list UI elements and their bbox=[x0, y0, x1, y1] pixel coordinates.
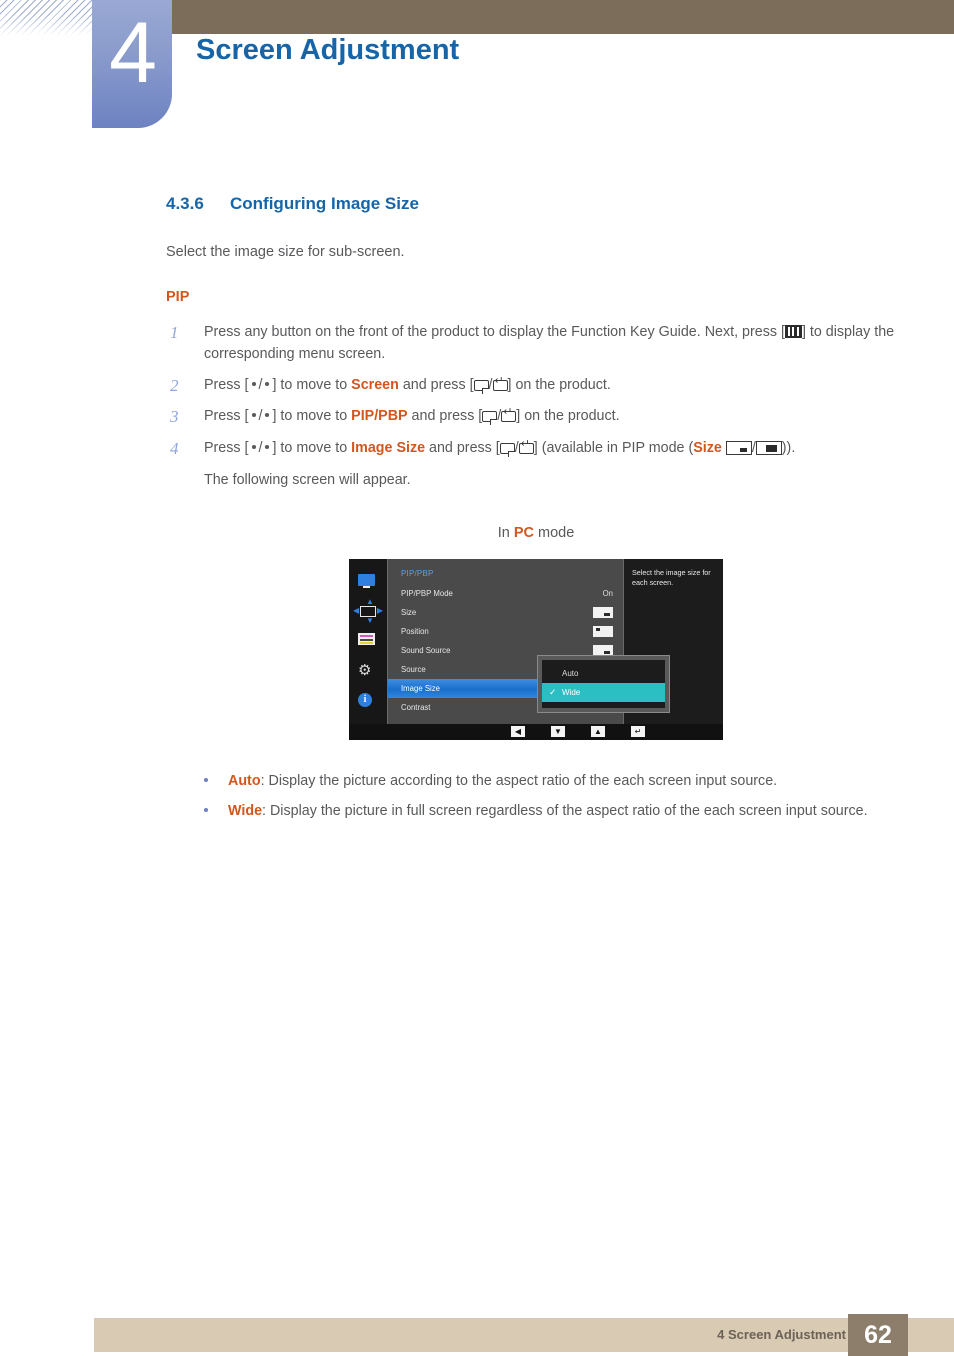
step-text-part: Press any button on the front of the pro… bbox=[204, 324, 785, 340]
section-lead-text: Select the image size for sub-screen. bbox=[166, 244, 405, 260]
osd-row-label: Source bbox=[401, 664, 426, 674]
bullet-text: : Display the picture according to the a… bbox=[260, 772, 778, 789]
chapter-number: 4 bbox=[109, 4, 157, 101]
step-followup-text: The following screen will appear. bbox=[204, 471, 411, 488]
submenu-option-label: Auto bbox=[562, 668, 579, 678]
step-item: 4 Press [/] to move to Image Size and pr… bbox=[166, 437, 906, 491]
picture-bars-icon[interactable] bbox=[358, 633, 378, 649]
monitor-icon[interactable] bbox=[358, 573, 378, 590]
step-text-part: ] on the product. bbox=[516, 408, 620, 425]
menu-key-icon bbox=[784, 325, 802, 338]
dot-icon bbox=[251, 382, 256, 387]
osd-row-label: Image Size bbox=[401, 683, 441, 693]
osd-row-label: Contrast bbox=[401, 702, 431, 712]
subsection-heading-pip: PIP bbox=[166, 289, 190, 305]
step-target-label: Image Size bbox=[351, 439, 426, 456]
pip-pbp-icon[interactable]: ▲ ▼ ◀ ▶ bbox=[353, 597, 383, 624]
chapter-title: Screen Adjustment bbox=[196, 34, 460, 66]
bullet-text: : Display the picture in full screen reg… bbox=[262, 802, 868, 819]
nav-enter-icon[interactable]: ↵ bbox=[631, 726, 645, 738]
nav-left-icon[interactable]: ◀ bbox=[511, 726, 525, 738]
osd-row-label: PIP/PBP Mode bbox=[401, 588, 453, 598]
osd-row-value: On bbox=[602, 588, 613, 598]
mode-caption: In PC mode bbox=[166, 525, 906, 541]
step-text-part: and press [ bbox=[407, 408, 483, 425]
osd-icon-sidebar: ▲ ▼ ◀ ▶ ⚙ i bbox=[349, 558, 387, 724]
osd-menu-area: PIP/PBP PIP/PBP Mode On Size Position So… bbox=[387, 558, 670, 724]
enter-key-icon bbox=[518, 439, 534, 454]
info-icon[interactable]: i bbox=[358, 693, 378, 709]
section-heading: 4.3.6 Configuring Image Size bbox=[166, 194, 906, 214]
dot-icon bbox=[265, 382, 270, 387]
mode-prefix: In bbox=[497, 524, 514, 541]
step-text-part: ] to move to bbox=[272, 408, 352, 425]
dot-icon bbox=[265, 444, 270, 449]
step-target-label: Screen bbox=[351, 377, 399, 394]
size-small-icon bbox=[725, 440, 752, 455]
position-value-icon bbox=[593, 625, 613, 637]
osd-panel: ▲▼◀▶ ⚙ i PIP/PBP PIP/PBP Mode On Size bbox=[349, 558, 723, 724]
step-text-part: and press [ bbox=[425, 439, 500, 456]
osd-row-size[interactable]: Size bbox=[388, 603, 623, 622]
enter-key-icon bbox=[492, 376, 508, 392]
nav-down-icon[interactable]: ▼ bbox=[551, 726, 565, 738]
osd-nav-bar: ◀ ▼ ▲ ↵ bbox=[349, 723, 723, 740]
section-number: 4.3.6 bbox=[166, 194, 204, 213]
osd-row-position[interactable]: Position bbox=[388, 622, 623, 641]
step-text-part: Press [ bbox=[204, 408, 249, 425]
step-number: 2 bbox=[170, 376, 179, 396]
submenu-option-auto[interactable]: Auto bbox=[542, 664, 665, 683]
step-number: 1 bbox=[170, 323, 179, 342]
dot-icon bbox=[251, 413, 256, 418]
list-item: Wide: Display the picture in full screen… bbox=[200, 800, 906, 823]
bullet-term: Auto bbox=[228, 772, 261, 789]
gear-icon[interactable]: ⚙ bbox=[358, 663, 378, 679]
submenu-option-wide[interactable]: Wide bbox=[542, 682, 665, 702]
step-item: 3 Press [/] to move to PIP/PBP and press… bbox=[166, 405, 906, 427]
steps-list: 1 Press any button on the front of the p… bbox=[166, 321, 906, 491]
osd-row-image-size[interactable]: Image Size bbox=[388, 678, 538, 698]
step-text-part: ] (available in PIP mode ( bbox=[533, 439, 694, 456]
page-content: 4.3.6 Configuring Image Size Select the i… bbox=[166, 194, 906, 830]
submenu-option-label: Wide bbox=[562, 687, 581, 697]
footer-chapter-label: 4 Screen Adjustment bbox=[717, 1327, 846, 1342]
back-key-icon bbox=[482, 411, 498, 423]
section-title: Configuring Image Size bbox=[230, 194, 419, 213]
list-item: Auto: Display the picture according to t… bbox=[200, 770, 906, 793]
step-item: 1 Press any button on the front of the p… bbox=[166, 321, 906, 365]
step-text-part: Press [ bbox=[204, 377, 249, 394]
step-number: 4 bbox=[170, 438, 179, 458]
mode-name: PC bbox=[513, 524, 534, 541]
nav-up-icon[interactable]: ▲ bbox=[591, 726, 605, 738]
options-bullet-list: Auto: Display the picture according to t… bbox=[166, 770, 906, 823]
enter-key-icon bbox=[501, 407, 517, 423]
osd-row-label: Size bbox=[401, 607, 417, 617]
step-text-part: and press [ bbox=[398, 377, 474, 394]
size-label: Size bbox=[693, 439, 722, 456]
back-key-icon bbox=[473, 380, 489, 392]
size-large-icon bbox=[755, 440, 782, 455]
step-target-label: PIP/PBP bbox=[351, 408, 408, 425]
header-band bbox=[172, 0, 954, 34]
hatch-fade-overlay bbox=[0, 0, 92, 36]
osd-row-pip-pbp-mode[interactable]: PIP/PBP Mode On bbox=[388, 584, 623, 603]
osd-row-label: Sound Source bbox=[401, 645, 451, 655]
dot-icon bbox=[265, 413, 270, 418]
back-key-icon bbox=[499, 442, 515, 454]
osd-menu-title: PIP/PBP bbox=[401, 568, 434, 578]
step-text-part: ] to move to bbox=[272, 377, 352, 394]
osd-submenu-image-size: Auto Wide bbox=[537, 654, 670, 713]
osd-row-label: Position bbox=[401, 626, 429, 636]
dot-icon bbox=[251, 444, 256, 449]
step-text-part: ] on the product. bbox=[507, 377, 611, 394]
step-text-part: )). bbox=[781, 439, 796, 456]
step-item: 2 Press [/] to move to Screen and press … bbox=[166, 374, 906, 396]
bullet-term: Wide bbox=[228, 802, 263, 819]
step-text-part: ] to move to bbox=[272, 439, 352, 456]
mode-suffix: mode bbox=[533, 524, 575, 541]
step-number: 3 bbox=[170, 407, 179, 427]
size-value-icon bbox=[593, 606, 613, 618]
step-text-part: Press [ bbox=[204, 439, 249, 456]
osd-screenshot: ▲▼◀▶ ⚙ i PIP/PBP PIP/PBP Mode On Size bbox=[349, 558, 723, 740]
